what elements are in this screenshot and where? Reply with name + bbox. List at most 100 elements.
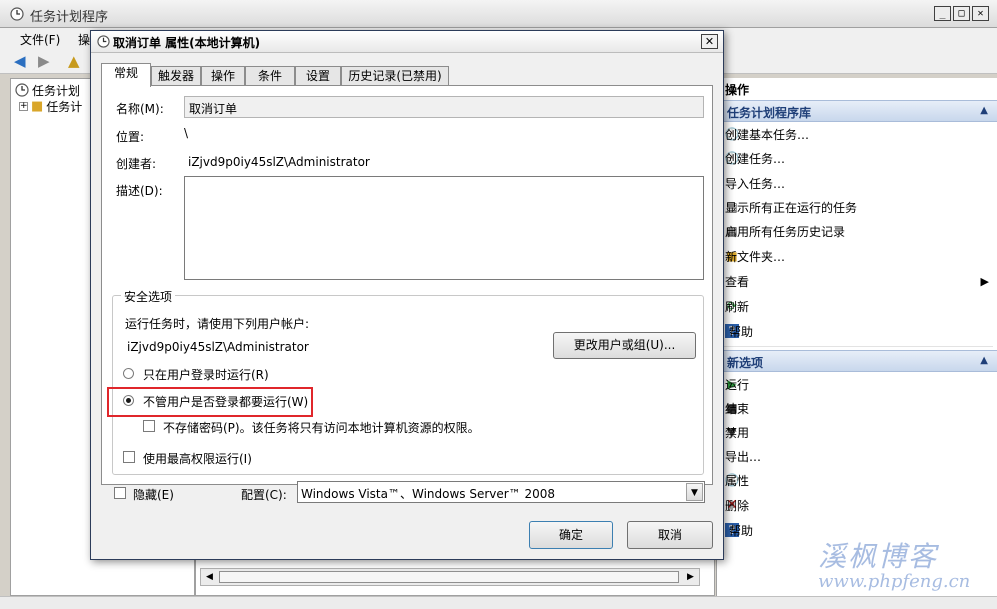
option-whether-logged-label[interactable]: 不管用户是否登录都要运行(W) — [143, 393, 308, 410]
action-label: 禁用 — [725, 425, 750, 440]
no-store-password-label[interactable]: 不存储密码(P)。该任务将只有访问本地计算机资源的权限。 — [163, 419, 480, 436]
author-label: 创建者: — [116, 157, 157, 171]
cancel-button[interactable]: 取消 — [627, 521, 713, 549]
scroll-right-icon[interactable]: ▶ — [683, 570, 698, 584]
configure-select[interactable]: Windows Vista™、Windows Server™ 2008 ▼ — [297, 481, 705, 503]
tab-conditions[interactable]: 条件 — [245, 66, 295, 86]
action-export[interactable]: 导出… — [721, 445, 991, 467]
horizontal-scrollbar[interactable]: ◀ ▶ — [200, 568, 700, 586]
actions-selected-header-label: 新选项 — [727, 356, 764, 370]
run-as-text: 运行任务时，请使用下列用户帐户: — [125, 317, 310, 331]
action-label: 刷新 — [725, 299, 750, 314]
minimize-button[interactable]: _ — [934, 6, 951, 21]
action-import-task[interactable]: 导入任务… — [721, 172, 991, 194]
description-label: 描述(D): — [116, 184, 163, 198]
dialog-titlebar: 取消订单 属性(本地计算机) ✕ — [91, 31, 723, 53]
action-label: 删除 — [725, 498, 750, 513]
menu-file[interactable]: 文件(F) — [20, 31, 60, 48]
checkbox-hidden[interactable] — [114, 487, 126, 499]
scrollbar-thumb[interactable] — [219, 571, 679, 583]
tab-triggers[interactable]: 触发器 — [151, 66, 201, 86]
back-arrow-icon[interactable]: ◀ — [14, 53, 32, 70]
action-label: 新文件夹… — [725, 249, 786, 264]
action-view[interactable]: 查看 ▶ — [721, 270, 991, 292]
action-label: 运行 — [725, 377, 750, 392]
action-create-basic-task[interactable]: 🕘 创建基本任务… — [721, 123, 991, 145]
action-properties[interactable]: 🕘 属性 — [721, 469, 991, 491]
actions-pane: 操作 任务计划程序库 ▲ 🕘 创建基本任务… 🕘 创建任务… 导入任务… ▤ 显… — [716, 78, 997, 596]
action-label: 查看 — [725, 274, 750, 289]
change-user-button[interactable]: 更改用户或组(U)... — [553, 332, 696, 359]
forward-arrow-icon[interactable]: ▶ — [38, 53, 56, 70]
action-enable-history[interactable]: ▦ 启用所有任务历史记录 — [721, 220, 991, 242]
action-disable[interactable]: ▼ 禁用 — [721, 421, 991, 443]
action-new-folder[interactable]: ■ 新文件夹… — [721, 245, 991, 267]
close-button[interactable]: ✕ — [972, 6, 989, 21]
location-label: 位置: — [116, 130, 145, 144]
highest-privileges-label[interactable]: 使用最高权限运行(I) — [143, 450, 252, 467]
main-titlebar: 任务计划程序 _ □ ✕ — [0, 0, 997, 28]
action-label: 创建任务… — [725, 151, 786, 166]
configure-value: Windows Vista™、Windows Server™ 2008 — [301, 487, 556, 501]
expand-icon[interactable]: + — [19, 101, 28, 111]
dialog-title: 取消订单 属性(本地计算机) — [113, 36, 261, 50]
actions-library-header-label: 任务计划程序库 — [727, 106, 812, 120]
name-field[interactable]: 取消订单 — [184, 96, 704, 118]
action-label: 帮助 — [729, 523, 754, 538]
ok-button[interactable]: 确定 — [529, 521, 613, 549]
configure-label: 配置(C): — [241, 488, 287, 502]
clock-icon — [10, 7, 24, 21]
checkbox-highest-privileges[interactable] — [123, 451, 135, 463]
tree-item-label: 任务计划 — [32, 83, 81, 98]
name-value: 取消订单 — [189, 102, 238, 116]
action-label: 启用所有任务历史记录 — [725, 224, 846, 239]
action-help[interactable]: ? 帮助 — [721, 320, 991, 342]
statusbar — [0, 596, 997, 609]
author-value: iZjvd9p0iy45slZ\Administrator — [188, 155, 370, 169]
up-folder-icon[interactable]: ▲ — [68, 53, 86, 70]
submenu-arrow-icon: ▶ — [980, 274, 989, 288]
tab-general[interactable]: 常规 — [101, 63, 151, 87]
dropdown-arrow-icon[interactable]: ▼ — [686, 483, 703, 501]
run-as-account: iZjvd9p0iy45slZ\Administrator — [127, 340, 309, 354]
tab-actions[interactable]: 操作 — [201, 66, 245, 86]
maximize-button[interactable]: □ — [953, 6, 970, 21]
action-label: 显示所有正在运行的任务 — [725, 200, 858, 215]
option-logged-on-label[interactable]: 只在用户登录时运行(R) — [143, 366, 269, 383]
security-options-title: 安全选项 — [121, 288, 176, 305]
hidden-label[interactable]: 隐藏(E) — [133, 486, 174, 503]
action-label: 导入任务… — [725, 176, 786, 191]
properties-dialog: 取消订单 属性(本地计算机) ✕ 常规 触发器 操作 条件 设置 历史记录(已禁… — [90, 30, 724, 560]
collapse-icon[interactable]: ▲ — [980, 105, 988, 116]
action-end[interactable]: ■ 结束 — [721, 397, 991, 419]
action-run[interactable]: ▶ 运行 — [721, 373, 991, 395]
clock-icon — [97, 35, 110, 48]
description-textarea[interactable] — [184, 176, 704, 280]
actions-selected-header[interactable]: 新选项 ▲ — [717, 350, 997, 372]
action-create-task[interactable]: 🕘 创建任务… — [721, 147, 991, 169]
collapse-icon[interactable]: ▲ — [980, 355, 988, 366]
radio-run-logged-on[interactable] — [123, 368, 134, 379]
actions-library-header[interactable]: 任务计划程序库 ▲ — [717, 100, 997, 122]
action-label: 创建基本任务… — [725, 127, 810, 142]
action-show-running[interactable]: ▤ 显示所有正在运行的任务 — [721, 196, 991, 218]
action-label: 帮助 — [729, 324, 754, 339]
action-delete[interactable]: ✕ 删除 — [721, 494, 991, 516]
dialog-close-button[interactable]: ✕ — [701, 34, 718, 49]
tab-settings[interactable]: 设置 — [295, 66, 341, 86]
scroll-left-icon[interactable]: ◀ — [202, 570, 217, 584]
action-refresh[interactable]: ⟳ 刷新 — [721, 295, 991, 317]
tab-history[interactable]: 历史记录(已禁用) — [341, 66, 449, 86]
action-label: 属性 — [725, 473, 750, 488]
main-window-title: 任务计划程序 — [30, 10, 109, 25]
checkbox-no-store-password[interactable] — [143, 420, 155, 432]
tree-item-label: 任务计 — [46, 99, 83, 114]
action-help-selected[interactable]: ? 帮助 — [721, 519, 991, 541]
radio-run-whether-logged[interactable] — [123, 395, 134, 406]
name-label: 名称(M): — [116, 102, 164, 116]
folder-icon: ■ — [31, 98, 44, 114]
clock-icon — [15, 83, 29, 97]
menu-action[interactable]: 操 — [78, 31, 90, 48]
tree-item-library[interactable]: + ■ 任务计 — [19, 97, 82, 115]
action-label: 导出… — [725, 449, 762, 464]
